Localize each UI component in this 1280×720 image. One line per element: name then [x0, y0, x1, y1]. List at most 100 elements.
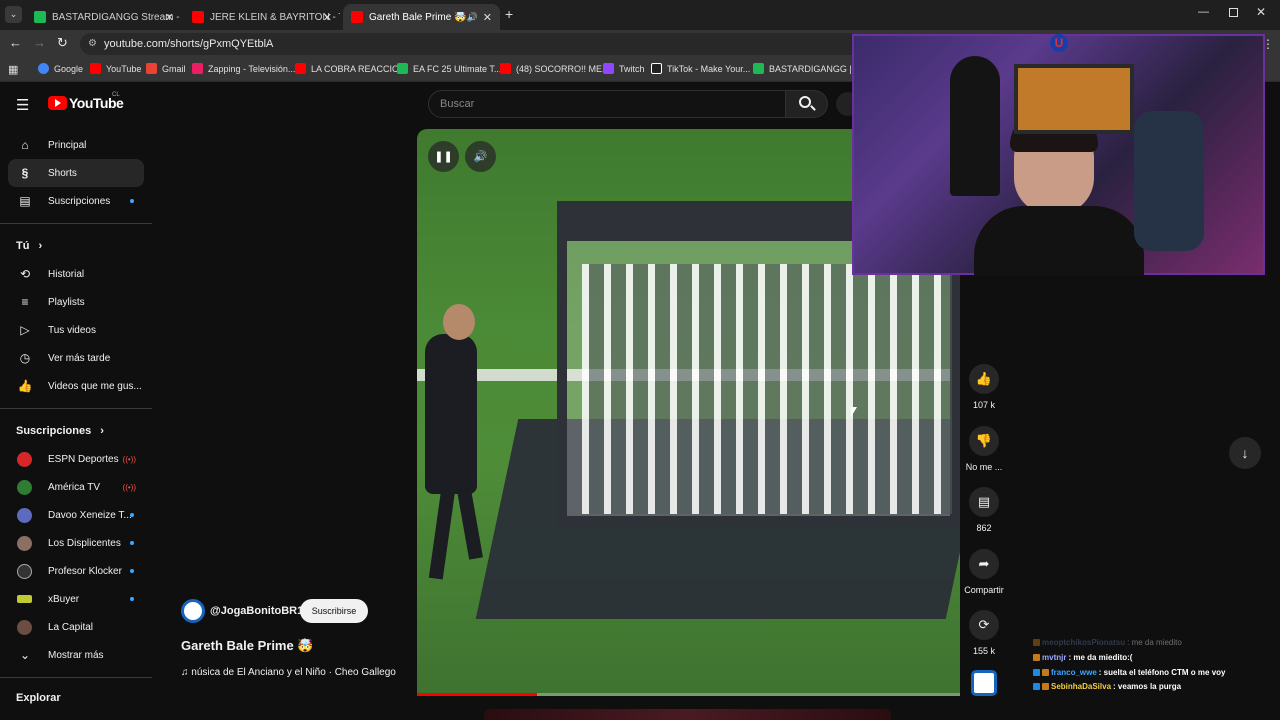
- comments-button[interactable]: ▤: [969, 487, 999, 517]
- chat-message: franco_wwe : suelta el teléfono CTM o me…: [1033, 668, 1225, 677]
- sidebar-sub-xbuyer[interactable]: xBuyer: [8, 585, 144, 613]
- dislike-button[interactable]: 👎: [969, 426, 999, 456]
- pause-button[interactable]: ❚❚: [428, 141, 459, 172]
- back-button[interactable]: ←: [9, 35, 22, 50]
- chat-badge-icon: [1033, 669, 1040, 676]
- minimize-button[interactable]: —: [1198, 6, 1209, 18]
- sidebar-sub-espn[interactable]: ESPN Deportes ((•)): [8, 445, 144, 473]
- gaming-chair: [1134, 111, 1204, 251]
- bookmark-gmail[interactable]: Gmail: [146, 63, 186, 74]
- forward-button[interactable]: →: [33, 35, 46, 50]
- search-icon-handle: [810, 105, 816, 111]
- channel-name[interactable]: @JogaBonitoBR1: [210, 605, 303, 617]
- bookmark-socorro[interactable]: (48) SOCORRO!! ME...: [500, 63, 610, 74]
- new-content-dot: [130, 199, 134, 203]
- close-window-button[interactable]: ✕: [1256, 5, 1266, 19]
- avatar: [17, 479, 32, 495]
- kick-icon: [34, 11, 46, 23]
- tab-search-button[interactable]: ⌄: [5, 6, 22, 23]
- next-short-preview: [484, 709, 891, 720]
- sidebar-sub-los-displicentes[interactable]: Los Displicentes: [8, 529, 144, 557]
- bookmark-google[interactable]: Google: [38, 63, 83, 74]
- maximize-button[interactable]: [1229, 8, 1238, 17]
- bookmark-ea-fc[interactable]: EA FC 25 Ultimate T...: [397, 63, 501, 74]
- hamburger-menu-icon[interactable]: ☰: [16, 96, 29, 114]
- search-input[interactable]: Buscar: [428, 90, 786, 118]
- youtube-logo[interactable]: YouTube CL: [48, 92, 124, 111]
- video-progress-fill: [417, 693, 537, 696]
- next-short-button[interactable]: ↓: [1229, 437, 1261, 469]
- subscriptions-icon: ▤: [19, 194, 31, 208]
- chevron-down-icon: ⌄: [19, 648, 31, 662]
- bookmark-la-cobra[interactable]: LA COBRA REACCIO...: [295, 63, 407, 74]
- bookmark-tiktok[interactable]: TikTok - Make Your...: [651, 63, 750, 74]
- browser-tab-1[interactable]: BASTARDIGANGG Stream - Wa ✕: [26, 4, 182, 30]
- new-tab-button[interactable]: +: [505, 6, 513, 22]
- youtube-icon: [500, 63, 511, 74]
- sidebar-divider: [0, 408, 152, 409]
- sidebar-you-header[interactable]: Tú ›: [16, 240, 42, 252]
- chevron-right-icon: ›: [38, 240, 43, 252]
- webcam-overlay: U: [852, 34, 1265, 276]
- sidebar-item-subscriptions[interactable]: ▤ Suscripciones: [8, 187, 144, 215]
- sidebar-explore-header: Explorar: [16, 692, 61, 704]
- player-leg: [428, 488, 456, 580]
- search-button[interactable]: [786, 90, 828, 118]
- address-bar[interactable]: ⚙ youtube.com/shorts/gPxmQYEtblA: [80, 33, 860, 55]
- browser-tab-3[interactable]: Gareth Bale Prime 🤯 - You 🔊 ✕: [343, 4, 500, 30]
- club-logo: U: [1050, 34, 1068, 52]
- live-icon: ((•)): [122, 482, 136, 492]
- share-label: Compartir: [964, 585, 1004, 595]
- thumbs-up-icon: 👍: [975, 371, 993, 386]
- bookmark-youtube[interactable]: YouTube: [90, 63, 141, 74]
- player-body: [425, 334, 477, 494]
- youtube-icon: [295, 63, 306, 74]
- bookmark-twitch[interactable]: Twitch: [603, 63, 645, 74]
- player-leg: [457, 488, 483, 560]
- site-info-icon[interactable]: ⚙: [88, 33, 97, 55]
- browser-tab-2[interactable]: JERE KLEIN & BAYRITON - TU Y ✕: [184, 4, 340, 30]
- sidebar-show-more[interactable]: ⌄ Mostrar más: [8, 641, 144, 669]
- sidebar-item-liked-videos[interactable]: 👍 Videos que me gus...: [8, 372, 144, 400]
- sidebar-item-your-videos[interactable]: ▷ Tus videos: [8, 316, 144, 344]
- background-figure: [950, 56, 1000, 196]
- bookmark-zapping[interactable]: Zapping - Televisión...: [192, 63, 295, 74]
- background-poster: [1014, 64, 1134, 134]
- sidebar-sub-profesor-klocker[interactable]: Profesor Klocker: [8, 557, 144, 585]
- channel-avatar[interactable]: [181, 599, 205, 623]
- zapping-icon: [192, 63, 203, 74]
- sidebar-sub-la-capital[interactable]: La Capital: [8, 613, 144, 641]
- new-content-dot: [130, 569, 134, 573]
- chevron-right-icon: ›: [100, 425, 104, 437]
- sidebar-item-home[interactable]: ⌂ Principal: [8, 131, 144, 159]
- sidebar-sub-davoo[interactable]: Davoo Xeneize T...: [8, 501, 144, 529]
- sidebar-item-history[interactable]: ⟲ Historial: [8, 260, 144, 288]
- subscribe-button[interactable]: Suscribirse: [300, 599, 368, 623]
- sidebar-item-watch-later[interactable]: ◷ Ver más tarde: [8, 344, 144, 372]
- history-icon: ⟲: [19, 267, 31, 281]
- bookmark-bastardigangg[interactable]: BASTARDIGANGG |...: [753, 63, 859, 74]
- comment-count: 862: [976, 523, 992, 533]
- chat-message: SebinhaDaSilva : veamos la purga: [1033, 682, 1181, 691]
- close-icon[interactable]: ✕: [323, 11, 332, 24]
- like-button[interactable]: 👍: [969, 364, 999, 394]
- share-button[interactable]: ➦: [969, 549, 999, 579]
- sidebar-divider: [0, 223, 152, 224]
- audio-icon[interactable]: 🔊: [467, 12, 478, 23]
- close-icon[interactable]: ✕: [165, 11, 174, 24]
- streamer-body: [974, 206, 1144, 276]
- chat-badge-icon: [1033, 654, 1040, 661]
- reload-button[interactable]: ↻: [57, 35, 68, 51]
- home-icon: ⌂: [21, 138, 29, 152]
- sidebar-item-playlists[interactable]: ≡ Playlists: [8, 288, 144, 316]
- short-music[interactable]: ♫ núsica de El Anciano y el Niño · Cheo …: [181, 667, 407, 678]
- volume-button[interactable]: 🔊: [465, 141, 496, 172]
- sidebar-subscriptions-header[interactable]: Suscripciones ›: [16, 425, 104, 437]
- sidebar-item-shorts[interactable]: § Shorts: [8, 159, 144, 187]
- sidebar-sub-america-tv[interactable]: América TV ((•)): [8, 473, 144, 501]
- gmail-icon: [146, 63, 157, 74]
- remix-button[interactable]: ⟳: [969, 610, 999, 640]
- apps-icon[interactable]: ▦: [8, 63, 18, 76]
- close-icon[interactable]: ✕: [483, 11, 492, 24]
- sound-channel-avatar[interactable]: [971, 670, 997, 696]
